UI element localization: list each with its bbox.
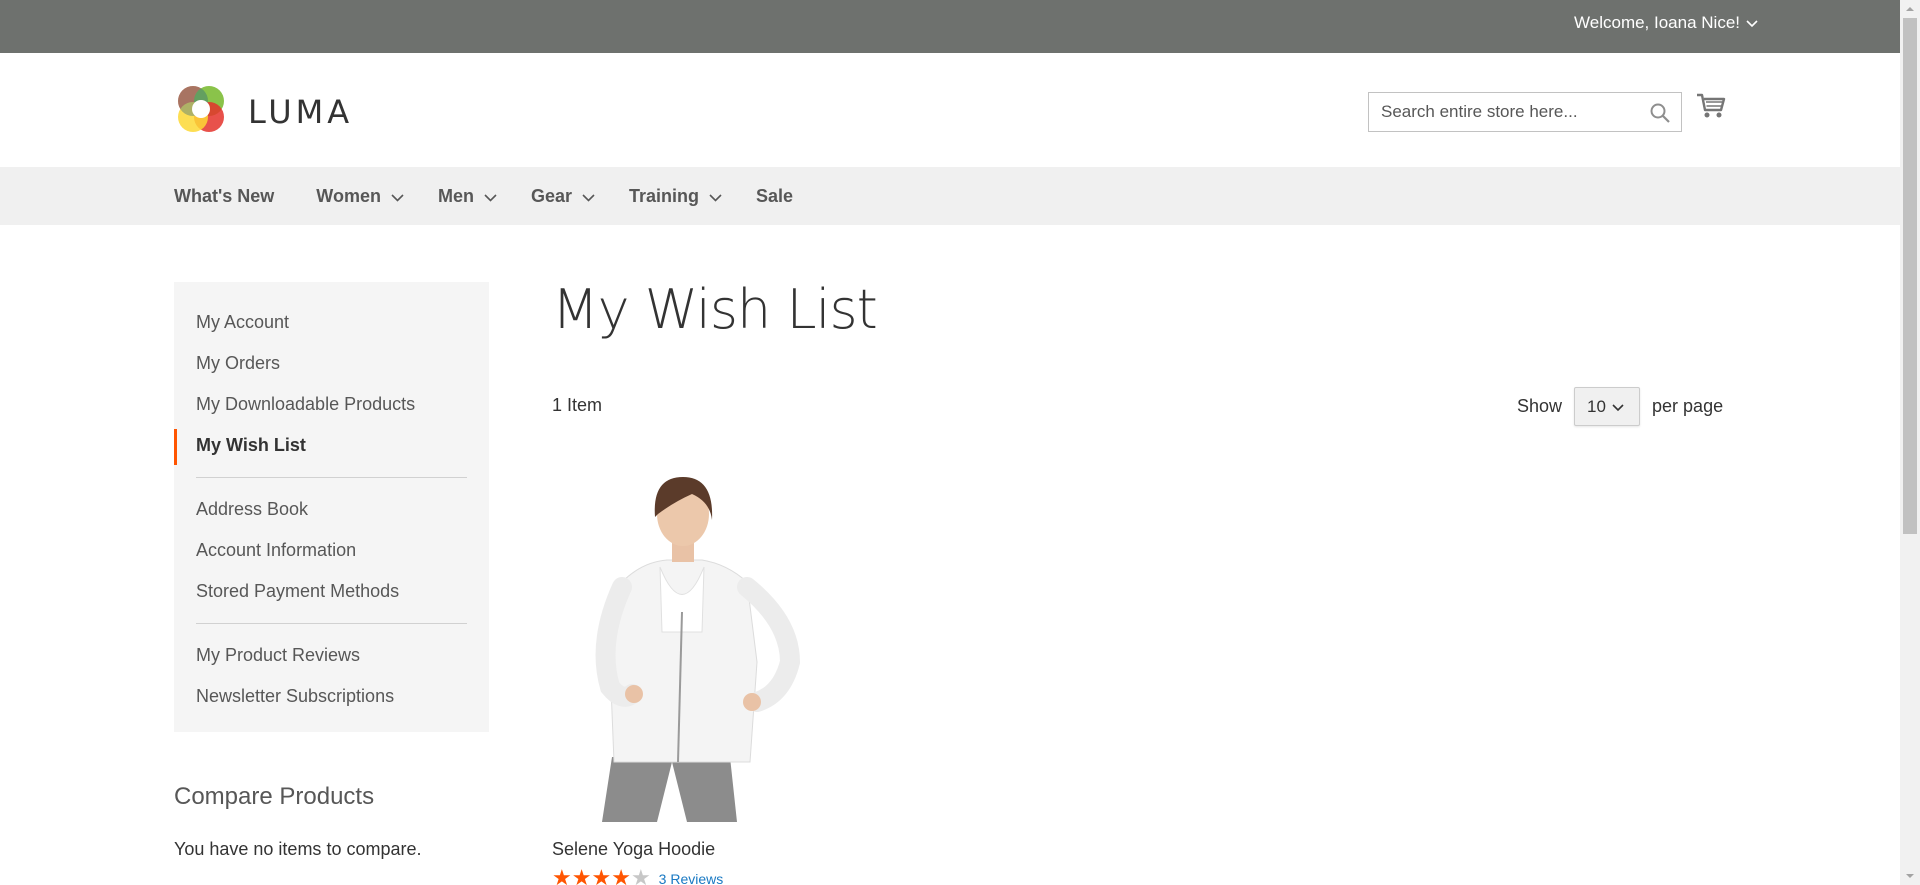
limiter-per-page-label: per page	[1652, 396, 1724, 416]
chevron-down-icon	[582, 186, 595, 207]
chevron-down-icon	[1746, 13, 1758, 33]
main-navigation: What's New Women Men Gear Training Sale	[0, 167, 1900, 225]
sidebar-item-stored-payment-methods[interactable]: Stored Payment Methods	[174, 571, 489, 612]
sidebar-item-address-book[interactable]: Address Book	[174, 489, 489, 530]
rating-stars: ★★★★★	[552, 867, 651, 885]
limiter-show-label: Show	[1517, 396, 1563, 416]
page-title: My Wish List	[552, 278, 878, 341]
item-count: 1 Item	[552, 395, 603, 415]
star-icon: ★	[630, 865, 651, 885]
chevron-down-icon	[391, 186, 404, 207]
nav-item-label: Women	[316, 185, 381, 206]
sidebar-divider	[196, 477, 467, 478]
compare-products-title: Compare Products	[174, 783, 375, 810]
search-box[interactable]	[1368, 92, 1682, 132]
vertical-scrollbar[interactable]	[1900, 0, 1920, 885]
nav-item-sale[interactable]: Sale	[756, 186, 793, 207]
sidebar-item-newsletter-subscriptions[interactable]: Newsletter Subscriptions	[174, 676, 489, 717]
star-icon: ★	[552, 865, 572, 885]
customer-welcome-menu[interactable]: Welcome, Ioana Nice!	[1574, 13, 1758, 33]
nav-item-label: What's New	[174, 185, 275, 206]
reviews-link[interactable]: 3 Reviews	[659, 871, 724, 885]
star-icon: ★	[591, 865, 612, 885]
search-icon[interactable]	[1649, 102, 1671, 129]
chevron-down-icon	[709, 186, 722, 207]
chevron-down-icon	[484, 186, 497, 207]
nav-item-label: Training	[629, 185, 700, 206]
scrollbar-thumb[interactable]	[1903, 18, 1917, 534]
star-icon: ★	[571, 865, 592, 885]
chevron-down-icon	[1612, 397, 1624, 417]
sidebar-item-my-wish-list: My Wish List	[174, 425, 489, 466]
product-image[interactable]	[552, 462, 812, 822]
compare-empty-message: You have no items to compare.	[174, 839, 422, 859]
scroll-down-arrow-icon[interactable]	[1900, 867, 1920, 885]
sidebar-item-my-product-reviews[interactable]: My Product Reviews	[174, 635, 489, 676]
luma-logo-icon	[174, 82, 228, 141]
sidebar-item-my-account[interactable]: My Account	[174, 302, 489, 343]
sidebar-item-account-information[interactable]: Account Information	[174, 530, 489, 571]
nav-item-gear[interactable]: Gear	[531, 186, 595, 207]
limiter: Show 10 per page	[1517, 387, 1723, 426]
top-panel: Welcome, Ioana Nice!	[0, 0, 1900, 53]
search-input[interactable]	[1381, 102, 1641, 122]
account-sidebar: My Account My Orders My Downloadable Produ…	[174, 282, 489, 732]
nav-item-label: Sale	[756, 185, 794, 206]
cart-icon[interactable]	[1696, 92, 1726, 125]
nav-item-what-s-new[interactable]: What's New	[174, 186, 274, 207]
sidebar-item-my-downloadable-products[interactable]: My Downloadable Products	[174, 384, 489, 425]
scroll-up-arrow-icon[interactable]	[1900, 0, 1920, 18]
nav-item-label: Gear	[530, 185, 572, 206]
sidebar-divider	[196, 623, 467, 624]
nav-item-label: Men	[437, 185, 474, 206]
nav-item-training[interactable]: Training	[629, 186, 722, 207]
star-icon: ★	[611, 865, 631, 885]
nav-item-men[interactable]: Men	[438, 186, 497, 207]
nav-item-women[interactable]: Women	[316, 186, 404, 207]
limiter-select[interactable]: 10	[1574, 387, 1641, 426]
limiter-value: 10	[1587, 396, 1606, 416]
logo-text: LUMA	[248, 92, 354, 131]
product-rating: ★★★★★ 3 Reviews	[552, 867, 723, 885]
sidebar-item-my-orders[interactable]: My Orders	[174, 343, 489, 384]
page-header: LUMA	[0, 53, 1900, 167]
welcome-text: Welcome, Ioana Nice!	[1574, 13, 1740, 32]
wishlist-product-item: Selene Yoga Hoodie ★★★★★ 3 Reviews	[552, 462, 812, 885]
product-name[interactable]: Selene Yoga Hoodie	[552, 839, 715, 860]
store-logo[interactable]: LUMA	[174, 82, 353, 141]
